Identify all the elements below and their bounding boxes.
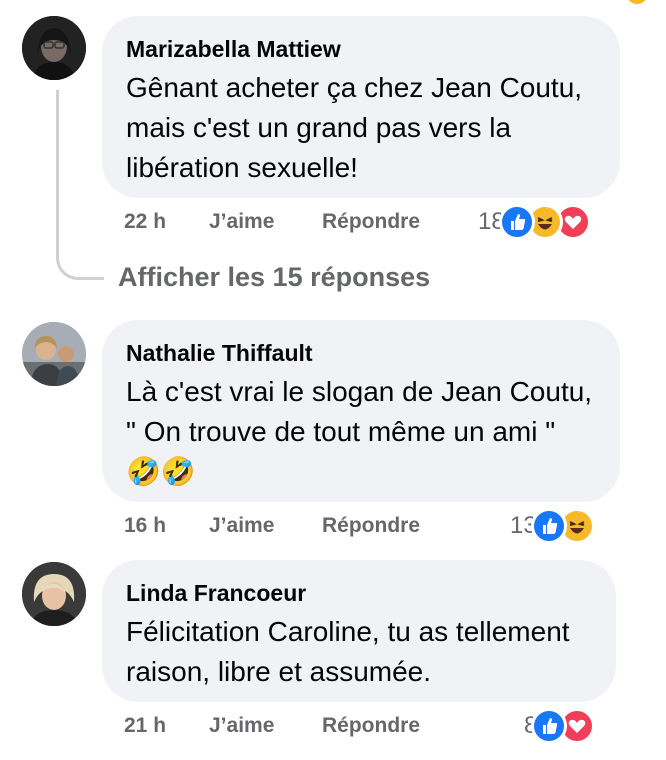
comment-actions: 22 h J’aime Répondre xyxy=(124,210,420,234)
like-icon xyxy=(530,508,567,544)
avatar[interactable] xyxy=(22,322,86,386)
comment-bubble: Nathalie Thiffault Là c'est vrai le slog… xyxy=(102,320,620,502)
comment-author[interactable]: Linda Francoeur xyxy=(126,578,590,608)
reaction-summary[interactable]: 18 xyxy=(478,204,591,240)
comment-text: Félicitation Caroline, tu as tellement r… xyxy=(126,616,570,687)
like-button[interactable]: J’aime xyxy=(209,210,322,234)
comment-text: Là c'est vrai le slogan de Jean Coutu, "… xyxy=(126,376,593,487)
reply-button[interactable]: Répondre xyxy=(322,514,420,538)
comment-text: Gênant acheter ça chez Jean Coutu, mais … xyxy=(126,72,583,183)
comment-actions: 21 h J’aime Répondre xyxy=(124,714,420,738)
notification-dot xyxy=(626,0,648,4)
reaction-summary[interactable]: 13 xyxy=(510,508,595,544)
view-replies-link[interactable]: Afficher les 15 réponses xyxy=(118,262,430,293)
reply-button[interactable]: Répondre xyxy=(322,714,420,738)
like-icon xyxy=(498,204,535,240)
like-button[interactable]: J’aime xyxy=(209,514,322,538)
comment-actions: 16 h J’aime Répondre xyxy=(124,514,420,538)
comment-author[interactable]: Marizabella Mattiew xyxy=(126,34,594,64)
like-icon xyxy=(531,708,568,744)
reaction-summary[interactable]: 8 xyxy=(524,708,596,744)
reply-button[interactable]: Répondre xyxy=(322,210,420,234)
comment-timestamp[interactable]: 16 h xyxy=(124,514,209,538)
comment-timestamp[interactable]: 22 h xyxy=(124,210,209,234)
comment-bubble: Marizabella Mattiew Gênant acheter ça ch… xyxy=(102,16,620,198)
avatar[interactable] xyxy=(22,562,86,626)
comment-timestamp[interactable]: 21 h xyxy=(124,714,209,738)
like-button[interactable]: J’aime xyxy=(209,714,322,738)
avatar[interactable] xyxy=(22,16,86,80)
comment-author[interactable]: Nathalie Thiffault xyxy=(126,338,594,368)
comment-bubble: Linda Francoeur Félicitation Caroline, t… xyxy=(102,560,616,702)
thread-connector xyxy=(56,90,104,280)
